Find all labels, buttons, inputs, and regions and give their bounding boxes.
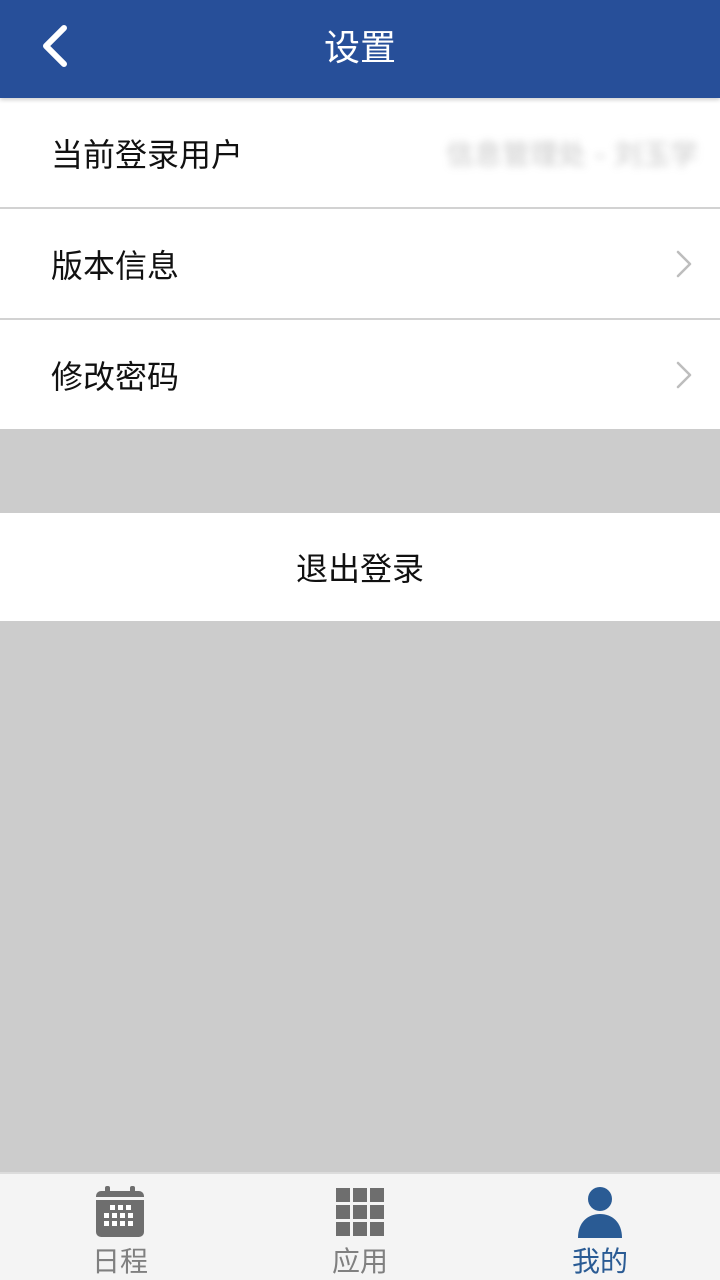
- header-bar: 设置: [0, 0, 720, 98]
- tab-schedule[interactable]: 日程: [0, 1174, 240, 1280]
- settings-page: 设置 当前登录用户 信息管理处 - 刘玉学 版本信息 修改密码 退出登录 日程 …: [0, 0, 720, 1280]
- change-password-row[interactable]: 修改密码: [0, 320, 720, 429]
- tab-mine-label: 我的: [571, 1245, 628, 1278]
- grid-icon: [335, 1186, 385, 1238]
- chevron-right-icon: [676, 361, 692, 388]
- version-info-row[interactable]: 版本信息: [0, 209, 720, 320]
- tab-schedule-label: 日程: [91, 1245, 148, 1278]
- version-info-label: 版本信息: [51, 246, 180, 285]
- logout-label: 退出登录: [295, 550, 424, 588]
- calendar-icon: [95, 1186, 145, 1238]
- change-password-label: 修改密码: [51, 357, 180, 396]
- chevron-left-icon: [43, 25, 67, 67]
- current-user-label: 当前登录用户: [51, 135, 244, 174]
- settings-list: 当前登录用户 信息管理处 - 刘玉学 版本信息 修改密码: [0, 98, 720, 429]
- tab-apps-label: 应用: [331, 1245, 388, 1278]
- user-icon: [575, 1186, 625, 1238]
- logout-button[interactable]: 退出登录: [0, 513, 720, 621]
- tab-mine[interactable]: 我的: [480, 1174, 720, 1280]
- bottom-tab-bar: 日程 应用 我的: [0, 1172, 720, 1280]
- chevron-right-icon: [676, 250, 692, 277]
- current-user-value: 信息管理处 - 刘玉学: [446, 137, 698, 171]
- page-title: 设置: [323, 28, 396, 69]
- tab-apps[interactable]: 应用: [240, 1174, 480, 1280]
- back-button[interactable]: [22, 14, 86, 78]
- current-user-row: 当前登录用户 信息管理处 - 刘玉学: [0, 98, 720, 209]
